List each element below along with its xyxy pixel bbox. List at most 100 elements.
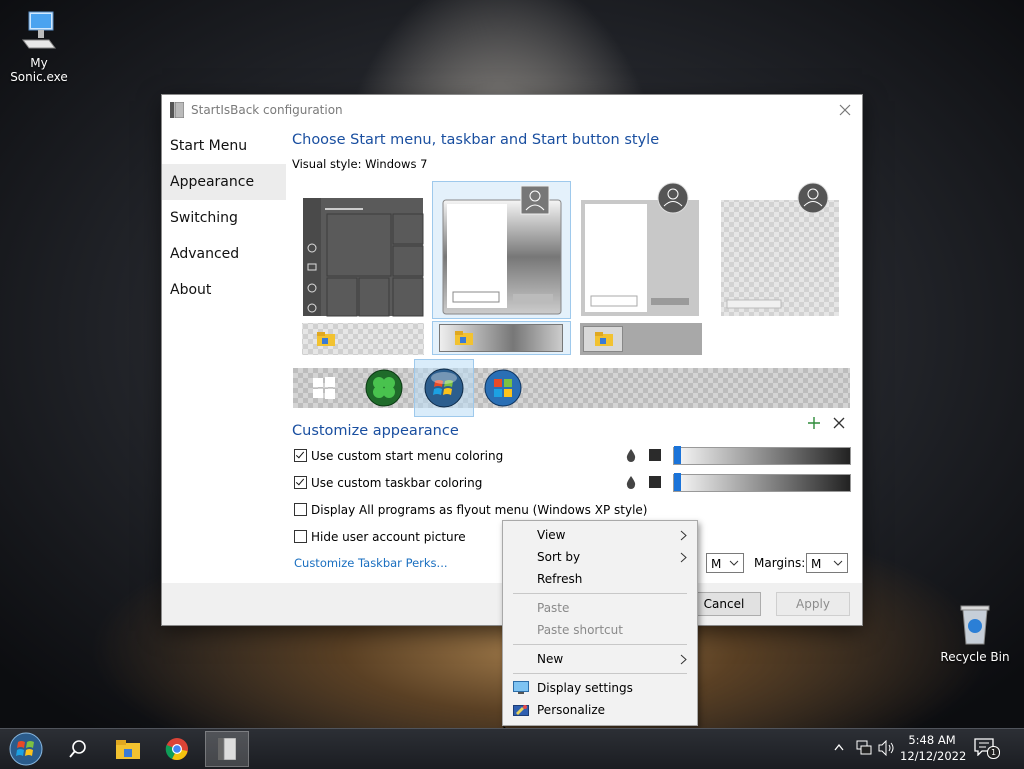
desktop-icon-label: Recycle Bin xyxy=(940,650,1010,664)
menu-item-label: Refresh xyxy=(537,572,583,586)
visual-style-value[interactable]: Windows 7 xyxy=(365,157,427,171)
option-flyout-all-programs[interactable]: Display All programs as flyout menu (Win… xyxy=(294,502,647,518)
chevron-up-icon[interactable] xyxy=(834,743,844,751)
add-icon[interactable] xyxy=(807,416,821,430)
style-thumb-plain[interactable] xyxy=(718,181,842,319)
desktop-context-menu: View Sort by Refresh Paste Paste shortcu… xyxy=(502,520,698,726)
close-icon[interactable] xyxy=(834,99,856,121)
windows7-start-orb-icon xyxy=(9,732,43,766)
menu-item-sort-by[interactable]: Sort by xyxy=(503,546,697,568)
taskbar-style-windows8[interactable] xyxy=(580,323,702,355)
nav-item-appearance[interactable]: Appearance xyxy=(162,164,286,200)
clock-time: 5:48 AM xyxy=(908,733,956,747)
checkbox-checked[interactable] xyxy=(294,476,307,489)
menu-item-new[interactable]: New xyxy=(503,648,697,670)
windows10-start-button[interactable] xyxy=(312,376,336,400)
taskbar-chrome[interactable] xyxy=(156,731,198,767)
windows7-start-orb[interactable] xyxy=(424,368,464,408)
option-label: Hide user account picture xyxy=(311,530,466,544)
search-icon xyxy=(69,740,86,758)
taskbar-style-plain[interactable] xyxy=(302,323,424,355)
desktop-icon-label: My Sonic.exe xyxy=(10,56,68,84)
display-icon xyxy=(513,681,529,694)
menu-item-display-settings[interactable]: Display settings xyxy=(503,677,697,699)
start-button[interactable] xyxy=(4,731,48,767)
title-bar[interactable]: StartIsBack configuration xyxy=(162,95,862,125)
taskbar-search-button[interactable] xyxy=(57,731,99,767)
menu-item-paste-shortcut[interactable]: Paste shortcut xyxy=(503,619,697,641)
volume-icon[interactable] xyxy=(878,740,896,756)
slider-thumb[interactable] xyxy=(674,446,681,464)
menu-item-label: Sort by xyxy=(537,550,581,564)
windows7-menu-preview xyxy=(442,185,562,315)
menu-item-view[interactable]: View xyxy=(503,524,697,546)
desktop-icon-my-sonic[interactable]: My Sonic.exe xyxy=(1,10,77,84)
chevron-down-icon xyxy=(729,560,739,566)
chevron-right-icon xyxy=(680,654,687,665)
menu-item-label: Personalize xyxy=(537,703,606,717)
taskbar-file-explorer[interactable] xyxy=(107,731,149,767)
chevron-down-icon xyxy=(833,560,843,566)
nav-item-advanced[interactable]: Advanced xyxy=(162,236,286,272)
customize-taskbar-perks-link[interactable]: Customize Taskbar Perks... xyxy=(294,556,448,570)
apply-button[interactable]: Apply xyxy=(776,592,850,616)
option-label: Use custom taskbar coloring xyxy=(311,476,483,490)
windows-xp-start-orb[interactable] xyxy=(484,369,522,407)
margins-select[interactable]: M xyxy=(806,553,848,573)
menu-item-label: View xyxy=(537,528,566,542)
cancel-button[interactable]: Cancel xyxy=(687,592,761,616)
option-label: Use custom start menu coloring xyxy=(311,449,504,463)
desktop-icon-recycle-bin[interactable]: Recycle Bin xyxy=(937,602,1013,664)
menu-separator xyxy=(513,644,687,645)
taskbar-color-slider[interactable] xyxy=(673,474,851,492)
option-hide-account-picture[interactable]: Hide user account picture xyxy=(294,529,466,545)
style-thumb-windows10[interactable] xyxy=(302,197,426,319)
remove-icon[interactable] xyxy=(832,416,846,430)
computer-icon xyxy=(22,11,56,49)
action-center-button[interactable]: 1 xyxy=(974,738,1000,759)
start-menu-color-slider[interactable] xyxy=(673,447,851,465)
menu-item-label: Display settings xyxy=(537,681,633,695)
nav-item-start-menu[interactable]: Start Menu xyxy=(162,128,286,164)
color-swatch[interactable] xyxy=(649,476,661,488)
clover-start-orb[interactable] xyxy=(365,369,403,407)
checkbox-checked[interactable] xyxy=(294,449,307,462)
margins-select-value: M xyxy=(811,557,822,571)
visual-style-row: Visual style: Windows 7 xyxy=(292,157,852,171)
option-custom-start-menu-coloring[interactable]: Use custom start menu coloring xyxy=(294,448,503,464)
recycle-bin-icon xyxy=(960,605,990,645)
appearance-panel: Choose Start menu, taskbar and Start but… xyxy=(292,128,852,171)
folder-icon xyxy=(455,331,473,345)
menu-item-label: New xyxy=(537,652,564,666)
taskbar: 5:48 AM 12/12/2022 1 xyxy=(0,728,1024,769)
taskbar-color-row xyxy=(625,473,851,492)
menu-item-refresh[interactable]: Refresh xyxy=(503,568,697,590)
slider-thumb[interactable] xyxy=(674,473,681,491)
visual-style-label: Visual style: xyxy=(292,157,362,171)
checkbox-unchecked[interactable] xyxy=(294,530,307,543)
size-select[interactable]: M xyxy=(706,553,744,573)
style-thumb-windows7[interactable] xyxy=(432,181,571,319)
menu-item-label: Paste xyxy=(537,601,570,615)
color-swatch[interactable] xyxy=(649,449,661,461)
nav-item-about[interactable]: About xyxy=(162,272,286,308)
network-icon[interactable] xyxy=(855,740,873,756)
chevron-right-icon xyxy=(680,552,687,563)
clock-date: 12/12/2022 xyxy=(900,749,967,763)
style-thumb-windows8[interactable] xyxy=(580,181,704,319)
option-custom-taskbar-coloring[interactable]: Use custom taskbar coloring xyxy=(294,475,482,491)
menu-item-paste[interactable]: Paste xyxy=(503,597,697,619)
menu-separator xyxy=(513,593,687,594)
taskbar-style-windows7[interactable] xyxy=(432,321,571,355)
folder-icon xyxy=(317,332,335,346)
menu-item-personalize[interactable]: Personalize xyxy=(503,699,697,721)
plain-menu-preview xyxy=(721,182,839,316)
checkbox-unchecked[interactable] xyxy=(294,503,307,516)
customize-heading: Customize appearance xyxy=(292,423,459,439)
taskbar-clock[interactable]: 5:48 AM 12/12/2022 xyxy=(900,732,967,764)
margins-label: Margins: xyxy=(754,556,806,570)
folder-icon xyxy=(116,740,140,759)
taskbar-startisback-config[interactable] xyxy=(205,731,249,767)
nav-item-switching[interactable]: Switching xyxy=(162,200,286,236)
windows8-menu-preview xyxy=(581,182,699,316)
